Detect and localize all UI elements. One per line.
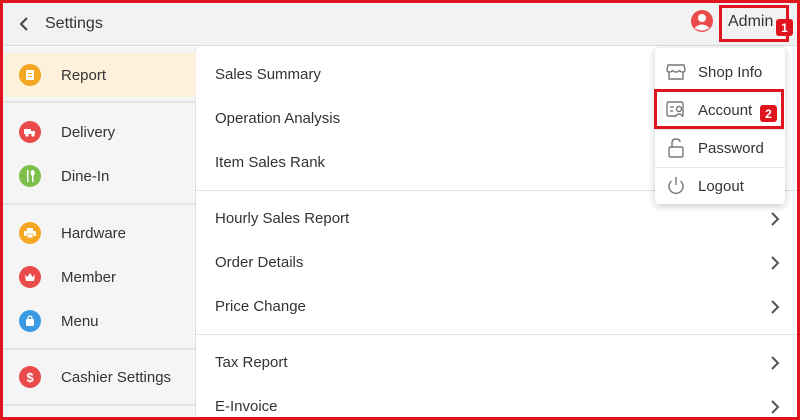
list-item-label: Item Sales Rank bbox=[215, 154, 326, 171]
dollar-icon: $ bbox=[19, 366, 41, 388]
sidebar-item-label: Dine-In bbox=[61, 167, 110, 185]
sidebar-item-menu[interactable]: Menu bbox=[3, 299, 196, 343]
delivery-icon bbox=[19, 121, 41, 143]
list-item-price-change[interactable]: Price Change bbox=[197, 285, 797, 329]
menu-item-shop-info[interactable]: Shop Info bbox=[655, 53, 785, 91]
list-item-label: Sales Summary bbox=[215, 66, 321, 83]
sidebar: Report Delivery Dine-In Hardware Member … bbox=[3, 47, 196, 417]
chevron-right-icon bbox=[771, 212, 780, 226]
chevron-left-icon bbox=[19, 17, 28, 31]
step-badge-1: 1 bbox=[776, 19, 793, 36]
report-icon bbox=[19, 64, 41, 86]
menu-item-label: Shop Info bbox=[698, 64, 763, 81]
user-circle-icon[interactable] bbox=[690, 9, 714, 33]
printer-icon bbox=[19, 222, 41, 244]
list-item-label: Operation Analysis bbox=[215, 110, 341, 127]
list-item-e-invoice[interactable]: E-Invoice bbox=[197, 385, 797, 420]
divider bbox=[3, 404, 196, 406]
sidebar-item-label: Menu bbox=[61, 312, 99, 330]
chevron-right-icon bbox=[771, 400, 780, 414]
sidebar-item-label: Delivery bbox=[61, 123, 116, 141]
step-badge-2: 2 bbox=[760, 105, 777, 122]
menu-item-logout[interactable]: Logout bbox=[655, 167, 785, 205]
chevron-right-icon bbox=[771, 356, 780, 370]
menu-item-label: Password bbox=[698, 140, 764, 157]
chevron-right-icon bbox=[771, 256, 780, 270]
list-item-label: Order Details bbox=[215, 254, 304, 271]
divider bbox=[3, 203, 196, 205]
power-icon bbox=[668, 177, 684, 195]
sidebar-item-delivery[interactable]: Delivery bbox=[3, 110, 196, 154]
sidebar-item-report[interactable]: Report bbox=[3, 53, 196, 97]
sidebar-item-hardware[interactable]: Hardware bbox=[3, 211, 196, 255]
divider bbox=[3, 101, 196, 103]
sidebar-item-label: Cashier Settings bbox=[61, 368, 172, 386]
list-item-label: E-Invoice bbox=[215, 398, 278, 415]
page-title: Settings bbox=[45, 15, 103, 32]
list-item-label: Hourly Sales Report bbox=[215, 210, 350, 227]
top-bar: Settings bbox=[3, 3, 797, 46]
divider bbox=[3, 348, 196, 350]
back-button[interactable] bbox=[11, 11, 37, 37]
chevron-right-icon bbox=[771, 300, 780, 314]
menu-item-label: Logout bbox=[698, 178, 744, 195]
sidebar-item-label: Report bbox=[61, 66, 107, 84]
dine-in-icon bbox=[19, 165, 41, 187]
unlock-icon bbox=[668, 138, 684, 158]
sidebar-item-cashier-settings[interactable]: $ Cashier Settings bbox=[3, 355, 196, 399]
menu-bag-icon bbox=[19, 310, 41, 332]
sidebar-item-dine-in[interactable]: Dine-In bbox=[3, 154, 196, 198]
list-item-label: Price Change bbox=[215, 298, 306, 315]
sidebar-item-label: Hardware bbox=[61, 224, 127, 242]
member-icon bbox=[19, 266, 41, 288]
divider bbox=[197, 334, 797, 335]
menu-item-password[interactable]: Password bbox=[655, 129, 785, 167]
shop-icon bbox=[666, 64, 686, 80]
list-item-order-details[interactable]: Order Details bbox=[197, 241, 797, 285]
list-item-tax-report[interactable]: Tax Report bbox=[197, 341, 797, 385]
sidebar-item-label: Member bbox=[61, 268, 117, 286]
sidebar-item-member[interactable]: Member bbox=[3, 255, 196, 299]
list-item-label: Tax Report bbox=[215, 354, 288, 371]
